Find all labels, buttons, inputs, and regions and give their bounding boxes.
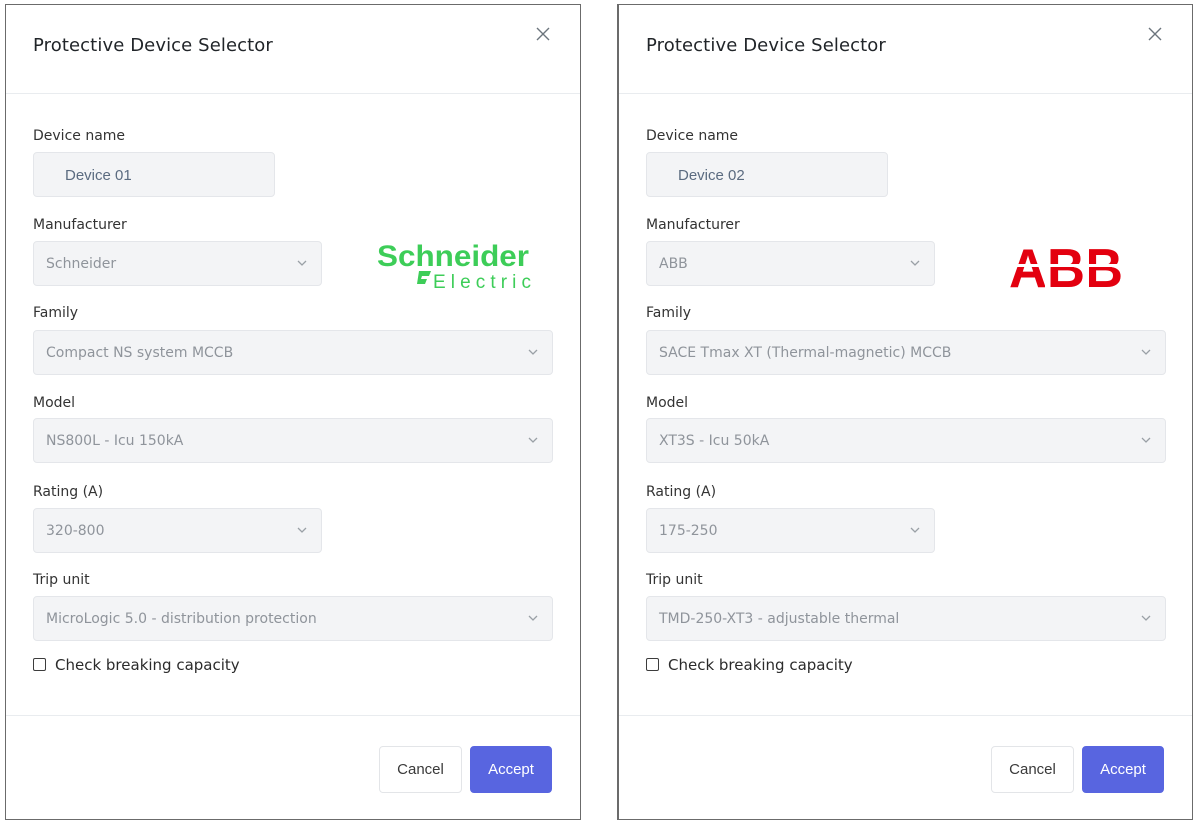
family-select-value: Compact NS system MCCB [46, 345, 234, 361]
model-select-value: XT3S - Icu 50kA [659, 433, 770, 449]
family-select[interactable]: Compact NS system MCCB [33, 330, 553, 375]
abb-logo: ABB [1007, 237, 1127, 299]
rating-select[interactable]: 175-250 [646, 508, 935, 553]
manufacturer-select-value: ABB [659, 256, 688, 272]
model-label: Model [33, 395, 76, 411]
trip-unit-label: Trip unit [646, 572, 703, 588]
cancel-button[interactable]: Cancel [991, 746, 1074, 793]
chevron-down-icon [1141, 349, 1151, 355]
chevron-down-icon [297, 260, 307, 266]
trip-unit-select-value: TMD-250-XT3 - adjustable thermal [659, 611, 900, 627]
check-breaking-capacity-checkbox[interactable] [646, 658, 659, 671]
family-select[interactable]: SACE Tmax XT (Thermal-magnetic) MCCB [646, 330, 1166, 375]
manufacturer-label: Manufacturer [33, 217, 127, 233]
manufacturer-select[interactable]: Schneider [33, 241, 322, 286]
chevron-down-icon [528, 349, 538, 355]
dialog-header: Protective Device Selector [6, 5, 580, 94]
dialog-title: Protective Device Selector [646, 35, 886, 56]
device-name-input[interactable]: Device 02 [646, 152, 888, 197]
rating-label: Rating (A) [646, 484, 717, 500]
chevron-down-icon [528, 437, 538, 443]
logo-line1: Schneider [377, 240, 529, 273]
trip-unit-select[interactable]: MicroLogic 5.0 - distribution protection [33, 596, 553, 641]
family-label: Family [33, 305, 79, 321]
check-breaking-capacity-label[interactable]: Check breaking capacity [668, 656, 853, 674]
close-button[interactable] [1146, 25, 1164, 43]
close-button[interactable] [534, 25, 552, 43]
chevron-down-icon [297, 527, 307, 533]
model-select[interactable]: XT3S - Icu 50kA [646, 418, 1166, 463]
logo-line2: Electric [433, 272, 531, 293]
trip-unit-label: Trip unit [33, 572, 90, 588]
dialog-header: Protective Device Selector [619, 5, 1192, 94]
chevron-down-icon [1141, 615, 1151, 621]
trip-unit-select-value: MicroLogic 5.0 - distribution protection [46, 611, 317, 627]
close-icon [534, 25, 552, 43]
rating-label: Rating (A) [33, 484, 104, 500]
dialog-title: Protective Device Selector [33, 35, 273, 56]
rating-select-value: 320-800 [46, 523, 105, 539]
check-breaking-capacity-checkbox[interactable] [33, 658, 46, 671]
device-name-input[interactable]: Device 01 [33, 152, 275, 197]
device-selector-dialog: Protective Device Selector Device name D… [617, 4, 1193, 820]
chevron-down-icon [528, 615, 538, 621]
manufacturer-select-value: Schneider [46, 256, 117, 272]
chevron-down-icon [910, 527, 920, 533]
model-label: Model [646, 395, 689, 411]
rating-select[interactable]: 320-800 [33, 508, 322, 553]
model-select[interactable]: NS800L - Icu 150kA [33, 418, 553, 463]
dialog-footer-divider [6, 715, 580, 716]
device-name-label: Device name [33, 128, 126, 144]
chevron-down-icon [1141, 437, 1151, 443]
model-select-value: NS800L - Icu 150kA [46, 433, 184, 449]
close-icon [1146, 25, 1164, 43]
cancel-button[interactable]: Cancel [379, 746, 462, 793]
device-name-label: Device name [646, 128, 739, 144]
schneider-electric-logo: Schneider Electric [375, 237, 535, 298]
dialog-footer-divider [619, 715, 1192, 716]
accept-button[interactable]: Accept [1082, 746, 1164, 793]
manufacturer-label: Manufacturer [646, 217, 740, 233]
manufacturer-select[interactable]: ABB [646, 241, 935, 286]
chevron-down-icon [910, 260, 920, 266]
rating-select-value: 175-250 [659, 523, 718, 539]
device-selector-dialog: Protective Device Selector Device name D… [5, 4, 581, 820]
family-select-value: SACE Tmax XT (Thermal-magnetic) MCCB [659, 345, 952, 361]
trip-unit-select[interactable]: TMD-250-XT3 - adjustable thermal [646, 596, 1166, 641]
family-label: Family [646, 305, 692, 321]
check-breaking-capacity-label[interactable]: Check breaking capacity [55, 656, 240, 674]
accept-button[interactable]: Accept [470, 746, 552, 793]
